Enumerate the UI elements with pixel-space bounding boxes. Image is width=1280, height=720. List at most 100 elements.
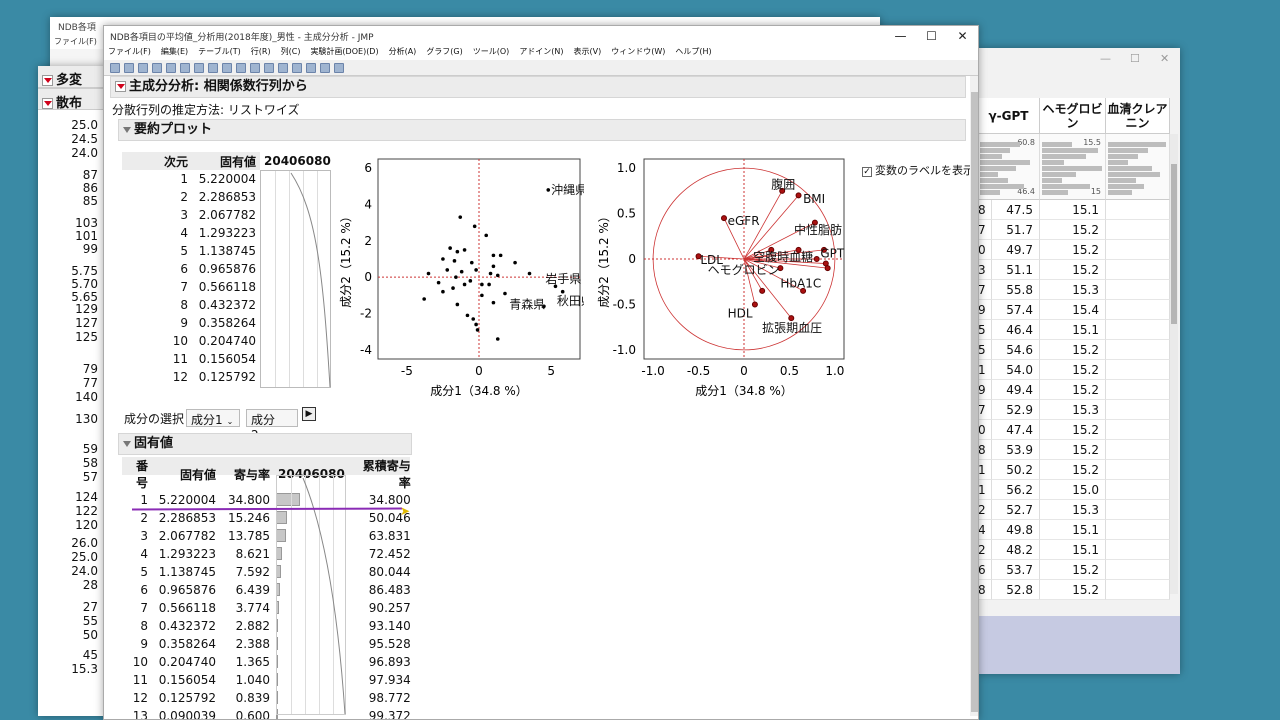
row-prefix-cell[interactable]: 5 [978,320,992,340]
creatinine-cell[interactable] [1106,400,1170,420]
menu-item[interactable]: テーブル(T) [198,46,241,60]
zoom-icon[interactable] [292,62,302,73]
row-prefix-cell[interactable]: 9 [978,300,992,320]
row-prefix-cell[interactable]: 3 [978,260,992,280]
menu-item[interactable]: 編集(E) [161,46,188,60]
help-tool-icon[interactable] [236,62,246,73]
crosshair-icon[interactable] [250,62,260,73]
loading-plot[interactable]: 腹囲BMIeGFR中性脂肪LDL GPT空腹時血糖ヘモグロビンHbA1CHDL拡張… [592,151,852,401]
row-prefix-cell[interactable]: 2 [978,500,992,520]
creatinine-cell[interactable] [1106,560,1170,580]
creatinine-cell[interactable] [1106,580,1170,600]
hb-cell[interactable]: 15.2 [1040,580,1106,600]
table-icon[interactable] [194,62,204,73]
hb-cell[interactable]: 15.2 [1040,380,1106,400]
menu-item[interactable]: グラフ(G) [426,46,462,60]
hb-cell[interactable]: 15.1 [1040,200,1106,220]
menu-item[interactable]: アドイン(N) [519,46,563,60]
creatinine-cell[interactable] [1106,300,1170,320]
menu-item[interactable]: 表示(V) [574,46,602,60]
row-prefix-cell[interactable]: 8 [978,440,992,460]
menu-item[interactable]: 列(C) [281,46,301,60]
row-prefix-cell[interactable]: 0 [978,420,992,440]
shape-icon[interactable] [334,62,344,73]
hb-cell[interactable]: 15.3 [1040,500,1106,520]
hb-cell[interactable]: 15.2 [1040,460,1106,480]
creatinine-cell[interactable] [1106,240,1170,260]
row-prefix-cell[interactable]: 2 [978,540,992,560]
row-prefix-cell[interactable]: 1 [978,360,992,380]
ggt-cell[interactable]: 54.6 [992,340,1040,360]
cut-icon[interactable] [152,62,162,73]
eigenvalues-header[interactable]: 固有値 [118,433,412,455]
hb-cell[interactable]: 15.2 [1040,360,1106,380]
ggt-cell[interactable]: 50.2 [992,460,1040,480]
maximize-icon[interactable]: ☐ [1130,52,1140,65]
row-prefix-cell[interactable]: 9 [978,380,992,400]
disclosure-icon[interactable] [123,126,131,133]
ggt-cell[interactable]: 49.4 [992,380,1040,400]
menu-item[interactable]: 実験計画(DOE)(D) [310,46,378,60]
menu-item[interactable]: 行(R) [251,46,271,60]
creatinine-cell[interactable] [1106,220,1170,240]
hb-cell[interactable]: 15.0 [1040,480,1106,500]
column-header-creatinine[interactable]: 血清クレアニン [1106,98,1170,134]
hb-cell[interactable]: 15.2 [1040,420,1106,440]
ggt-cell[interactable]: 55.8 [992,280,1040,300]
creatinine-cell[interactable] [1106,500,1170,520]
hb-cell[interactable]: 15.2 [1040,340,1106,360]
ggt-cell[interactable]: 52.8 [992,580,1040,600]
minimize-icon[interactable]: — [1100,52,1111,65]
hb-cell[interactable]: 15.2 [1040,440,1106,460]
hb-cell[interactable]: 15.2 [1040,260,1106,280]
menu-item[interactable]: ウィンドウ(W) [611,46,665,60]
ggt-cell[interactable]: 49.7 [992,240,1040,260]
creatinine-cell[interactable] [1106,540,1170,560]
creatinine-cell[interactable] [1106,360,1170,380]
row-prefix-cell[interactable]: 0 [978,240,992,260]
row-prefix-cell[interactable]: 8 [978,580,992,600]
disclosure-icon[interactable] [123,440,131,447]
ggt-cell[interactable]: 57.4 [992,300,1040,320]
hb-cell[interactable]: 15.3 [1040,280,1106,300]
creatinine-cell[interactable] [1106,260,1170,280]
score-plot[interactable]: 沖縄県岩手県秋田県青森県 -5 0 5 6 4 2 0 -2 -4 成分1（34.8 %） 成分2（1… [334,151,584,401]
column-header-ggt[interactable]: γ-GPT [978,98,1040,134]
row-prefix-cell[interactable]: 8 [978,200,992,220]
hb-cell[interactable]: 15.2 [1040,220,1106,240]
ggt-cell[interactable]: 52.7 [992,500,1040,520]
close-icon[interactable]: ✕ [1160,52,1169,65]
red-triangle-icon[interactable] [42,98,53,109]
vertical-scrollbar[interactable] [970,76,978,716]
ggt-cell[interactable]: 53.9 [992,440,1040,460]
creatinine-cell[interactable] [1106,380,1170,400]
open-icon[interactable] [124,62,134,73]
creatinine-cell[interactable] [1106,420,1170,440]
row-prefix-cell[interactable]: 6 [978,560,992,580]
ggt-cell[interactable]: 48.2 [992,540,1040,560]
ggt-cell[interactable]: 51.1 [992,260,1040,280]
close-button[interactable]: ✕ [947,29,978,43]
red-triangle-icon[interactable] [115,81,126,92]
hb-cell[interactable]: 15.4 [1040,300,1106,320]
component-b-dropdown[interactable]: 成分2⌄ [246,409,298,442]
ggt-cell[interactable]: 56.2 [992,480,1040,500]
hb-cell[interactable]: 15.3 [1040,400,1106,420]
hb-cell[interactable]: 15.2 [1040,560,1106,580]
creatinine-cell[interactable] [1106,280,1170,300]
scroll-thumb[interactable] [1171,164,1177,324]
journal-icon[interactable] [208,62,218,73]
menu-item[interactable]: ヘルプ(H) [675,46,711,60]
ggt-cell[interactable]: 46.4 [992,320,1040,340]
row-prefix-cell[interactable]: 7 [978,280,992,300]
hb-cell[interactable]: 15.1 [1040,320,1106,340]
play-button[interactable]: ▶ [302,407,316,421]
creatinine-cell[interactable] [1106,460,1170,480]
save-icon[interactable] [138,62,148,73]
creatinine-cell[interactable] [1106,200,1170,220]
component-a-dropdown[interactable]: 成分1 ⌄ [186,409,240,427]
arrow-tool-icon[interactable] [222,62,232,73]
show-labels-checkbox[interactable]: ✓ 変数のラベルを表示 [862,162,974,178]
hb-cell[interactable]: 15.2 [1040,240,1106,260]
row-prefix-cell[interactable]: 5 [978,340,992,360]
